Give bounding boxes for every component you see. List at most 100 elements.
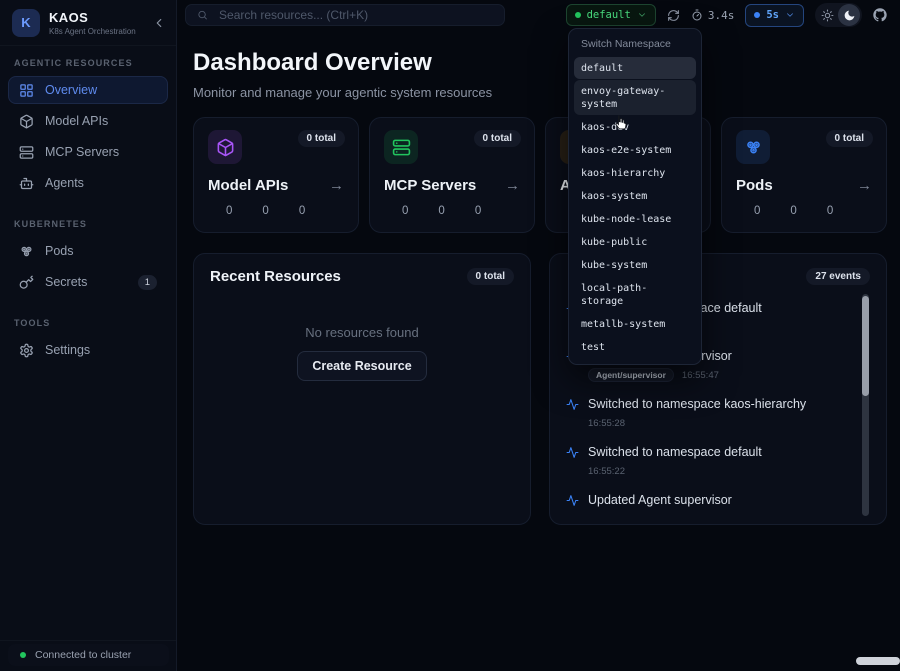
topbar-actions: default 3.4s 5s [566, 3, 887, 27]
namespace-option-kube-system[interactable]: kube-system [574, 254, 696, 276]
activity-pulse-icon [566, 398, 579, 411]
sidebar-item-model-apis[interactable]: Model APIs [8, 107, 168, 135]
sidebar-item-label: Settings [45, 343, 90, 357]
recent-resources-card: Recent Resources 0 total No resources fo… [193, 253, 531, 525]
collapse-sidebar-icon[interactable] [152, 16, 166, 30]
connection-status: Connected to cluster [8, 644, 169, 666]
activity-item: Updated Agent supervisor [566, 493, 870, 515]
ready-count: 0 [402, 205, 408, 217]
refresh-duration-text: 3.4s [708, 9, 735, 22]
moon-icon [843, 9, 856, 22]
stat-cards-row: 0 total Model APIs → 0 0 0 0 total MCP S… [193, 117, 887, 233]
sidebar-item-settings[interactable]: Settings [8, 336, 168, 364]
ready-count: 0 [754, 205, 760, 217]
namespace-option-local-path-storage[interactable]: local-path-storage [574, 277, 696, 312]
bot-icon [19, 176, 34, 191]
namespace-selector-button[interactable]: default [566, 4, 656, 26]
sidebar-footer: Connected to cluster [0, 640, 176, 671]
activity-time: 16:55:28 [588, 418, 625, 429]
refresh-icon[interactable] [667, 9, 680, 22]
ready-count: 0 [226, 205, 232, 217]
pending-count: 0 [438, 205, 444, 217]
timer-icon [691, 9, 703, 21]
nav-section-label: KUBERNETES [14, 219, 162, 229]
box-icon [216, 138, 235, 157]
sidebar-item-label: Model APIs [45, 114, 108, 128]
activity-pulse-icon [566, 494, 579, 507]
namespace-option-kube-node-lease[interactable]: kube-node-lease [574, 208, 696, 230]
namespace-option-kaos-system[interactable]: kaos-system [574, 185, 696, 207]
total-badge: 0 total [467, 268, 514, 285]
sidebar-header: K KAOS K8s Agent Orchestration [0, 0, 176, 46]
pending-count: 0 [262, 205, 268, 217]
nav-section-label: AGENTIC RESOURCES [14, 58, 162, 68]
page-subtitle: Monitor and manage your agentic system r… [193, 85, 887, 100]
clock-icon [420, 205, 432, 217]
recent-resources-title: Recent Resources [210, 268, 341, 285]
sidebar-item-overview[interactable]: Overview [8, 76, 168, 104]
namespace-option-kube-public[interactable]: kube-public [574, 231, 696, 253]
namespace-option-kaos-e2e-system[interactable]: kaos-e2e-system [574, 139, 696, 161]
connection-status-text: Connected to cluster [35, 649, 131, 661]
sidebar-item-label: Overview [45, 83, 97, 97]
sidebar-item-label: Pods [45, 244, 74, 258]
sidebar-item-secrets[interactable]: Secrets 1 [8, 268, 168, 296]
light-theme-button[interactable] [817, 5, 837, 25]
github-icon[interactable] [873, 8, 887, 22]
create-resource-button[interactable]: Create Resource [297, 351, 426, 381]
chevron-down-icon [637, 10, 647, 20]
activity-scrollbar-thumb[interactable] [862, 296, 869, 396]
nav-section: AGENTIC RESOURCES Overview Model APIs MC… [8, 58, 168, 197]
alert-circle-icon [457, 205, 469, 217]
search-icon [197, 9, 208, 21]
count-badge: 1 [138, 275, 157, 290]
refresh-interval-button[interactable]: 5s [745, 4, 804, 27]
search-box[interactable] [185, 4, 505, 26]
namespace-option-test[interactable]: test [574, 336, 696, 358]
key-icon [19, 275, 34, 290]
error-count: 0 [475, 205, 481, 217]
stat-card-model-apis[interactable]: 0 total Model APIs → 0 0 0 [193, 117, 359, 233]
page-title: Dashboard Overview [193, 48, 887, 78]
check-circle-icon [208, 205, 220, 217]
app-logo-letter: K [21, 15, 30, 30]
sidebar-item-label: MCP Servers [45, 145, 119, 159]
activity-item: Switched to namespace kaos-hierarchy 16:… [566, 397, 870, 429]
activity-resource-badge: Agent/supervisor [588, 368, 674, 382]
alert-circle-icon [281, 205, 293, 217]
box-icon [19, 114, 34, 129]
namespace-option-kaos-dev[interactable]: kaos-dev [574, 116, 696, 138]
stat-card-title: Model APIs [208, 177, 288, 194]
clock-icon [772, 205, 784, 217]
nav-section-label: TOOLS [14, 318, 162, 328]
activity-item: Switched to namespace default 16:55:22 [566, 445, 870, 477]
namespace-option-envoy-gateway-system[interactable]: envoy-gateway-system [574, 80, 696, 115]
topbar: default 3.4s 5s [177, 0, 900, 30]
namespace-selector-label: default [587, 9, 631, 21]
stat-card-mcp-servers[interactable]: 0 total MCP Servers → 0 0 0 [369, 117, 535, 233]
sidebar-item-agents[interactable]: Agents [8, 169, 168, 197]
namespace-option-default[interactable]: default [574, 57, 696, 79]
app-logo: K [12, 9, 40, 37]
namespace-option-metallb-system[interactable]: metallb-system [574, 313, 696, 335]
sidebar-item-pods[interactable]: Pods [8, 237, 168, 265]
search-input[interactable] [217, 7, 493, 23]
nav-section: TOOLS Settings [8, 318, 168, 364]
activity-title: Switched to namespace default [588, 445, 762, 460]
sidebar-item-label: Agents [45, 176, 84, 190]
dark-theme-button[interactable] [838, 4, 860, 26]
horizontal-scrollbar[interactable] [856, 657, 900, 665]
sidebar-item-mcp-servers[interactable]: MCP Servers [8, 138, 168, 166]
activity-title: Switched to namespace kaos-hierarchy [588, 397, 806, 412]
main-content: Dashboard Overview Monitor and manage yo… [177, 30, 900, 671]
namespace-option-kaos-hierarchy[interactable]: kaos-hierarchy [574, 162, 696, 184]
pods-icon [744, 138, 763, 157]
bottom-row: Recent Resources 0 total No resources fo… [193, 253, 887, 525]
arrow-right-icon: → [329, 177, 344, 194]
sun-icon [821, 9, 834, 22]
error-count: 0 [299, 205, 305, 217]
server-icon [392, 138, 411, 157]
activity-time: 16:55:47 [682, 370, 719, 381]
stat-card-pods[interactable]: 0 total Pods → 0 0 0 [721, 117, 887, 233]
theme-toggle [815, 3, 862, 27]
